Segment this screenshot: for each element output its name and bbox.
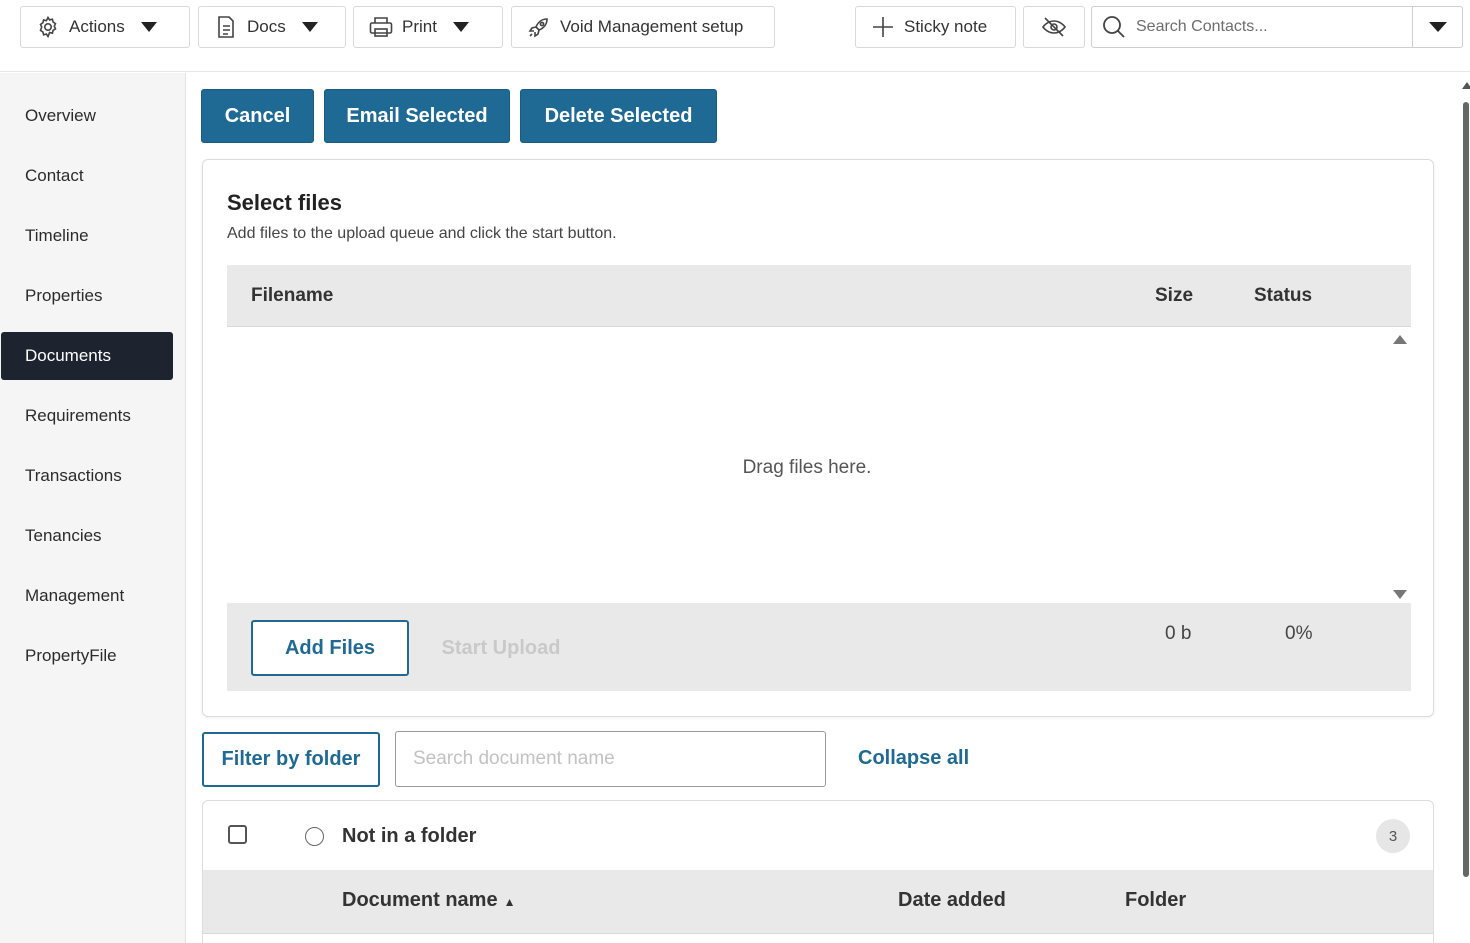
actions-label: Actions — [69, 17, 125, 36]
folder-radio[interactable] — [305, 827, 324, 846]
hide-toggle-button[interactable] — [1023, 6, 1085, 48]
plus-icon — [870, 14, 896, 40]
docs-menu-button[interactable]: Docs — [198, 6, 346, 48]
sidebar-item-requirements[interactable]: Requirements — [1, 392, 173, 440]
delete-selected-button[interactable]: Delete Selected — [520, 89, 717, 143]
add-files-button[interactable]: Add Files — [251, 620, 409, 676]
total-status: 0% — [1285, 623, 1313, 644]
void-management-label: Void Management setup — [560, 17, 744, 36]
select-folder-checkbox[interactable] — [228, 825, 247, 844]
scroll-down-icon[interactable] — [1393, 590, 1407, 599]
sidebar-item-transactions[interactable]: Transactions — [1, 452, 173, 500]
document-icon — [213, 14, 239, 40]
upload-queue-footer: Add Files Start Upload 0 b 0% — [227, 603, 1411, 691]
sticky-note-button[interactable]: Sticky note — [855, 6, 1016, 48]
top-toolbar: Actions Docs Print Void Management setup — [0, 0, 1470, 72]
rocket-icon — [526, 14, 552, 40]
size-column-header: Size — [1155, 285, 1194, 306]
email-selected-button[interactable]: Email Selected — [324, 89, 510, 143]
scroll-up-icon[interactable] — [1462, 82, 1470, 89]
scroll-up-icon[interactable] — [1393, 335, 1407, 344]
sidebar-item-contact[interactable]: Contact — [1, 152, 173, 200]
date-added-column-header[interactable]: Date added — [898, 889, 1006, 912]
sidebar-item-management[interactable]: Management — [1, 572, 173, 620]
upload-queue-header: Filename Size Status — [227, 265, 1411, 327]
filter-by-folder-button[interactable]: Filter by folder — [202, 732, 380, 787]
folder-name[interactable]: Not in a folder — [342, 825, 476, 848]
folder-column-header[interactable]: Folder — [1125, 889, 1186, 912]
sidebar-item-overview[interactable]: Overview — [1, 92, 173, 140]
print-menu-button[interactable]: Print — [353, 6, 503, 48]
folder-group: Not in a folder 3 Document name ▲ Date ad… — [202, 800, 1434, 943]
document-name-column-header[interactable]: Document name ▲ — [342, 889, 515, 912]
search-dropdown-button[interactable] — [1412, 7, 1462, 47]
chevron-down-icon — [140, 22, 157, 32]
sidebar-item-properties[interactable]: Properties — [1, 272, 173, 320]
drop-hint: Drag files here. — [742, 457, 872, 478]
search-contacts-input[interactable] — [1136, 18, 1404, 36]
start-upload-button[interactable]: Start Upload — [423, 620, 579, 676]
document-search-input[interactable] — [395, 731, 826, 787]
document-count-badge: 3 — [1376, 819, 1410, 853]
scrollbar-thumb[interactable] — [1463, 102, 1469, 877]
file-upload-panel: Select files Add files to the upload que… — [202, 159, 1434, 717]
filename-column-header: Filename — [251, 285, 334, 306]
sidebar-item-timeline[interactable]: Timeline — [1, 212, 173, 260]
page-scrollbar[interactable] — [1460, 82, 1470, 943]
print-label: Print — [402, 17, 437, 36]
total-size: 0 b — [1165, 623, 1192, 644]
printer-icon — [368, 14, 394, 40]
status-column-header: Status — [1254, 285, 1313, 306]
cancel-button[interactable]: Cancel — [201, 89, 314, 143]
chevron-down-icon — [301, 22, 318, 32]
chevron-down-icon — [1428, 22, 1447, 32]
collapse-all-link[interactable]: Collapse all — [858, 747, 969, 770]
sidebar-item-documents[interactable]: Documents — [1, 332, 173, 380]
void-management-setup-button[interactable]: Void Management setup — [511, 6, 775, 48]
sort-ascending-icon: ▲ — [503, 895, 516, 909]
docs-label: Docs — [247, 17, 286, 36]
search-icon — [1092, 14, 1136, 40]
eye-slash-icon — [1041, 15, 1067, 39]
contact-search — [1091, 6, 1463, 48]
documents-table-header: Document name ▲ Date added Folder — [203, 870, 1433, 934]
file-drop-zone[interactable]: Drag files here. — [227, 327, 1411, 603]
sticky-note-label: Sticky note — [904, 17, 988, 36]
chevron-down-icon — [452, 22, 469, 32]
upload-instructions: Add files to the upload queue and click … — [227, 225, 617, 242]
actions-menu-button[interactable]: Actions — [20, 6, 190, 48]
sidebar-item-propertyfile[interactable]: PropertyFile — [1, 632, 173, 680]
sidebar-item-tenancies[interactable]: Tenancies — [1, 512, 173, 560]
upload-title: Select files — [227, 190, 342, 215]
sidebar-nav: Overview Contact Timeline Properties Doc… — [0, 73, 186, 943]
gear-icon — [35, 14, 61, 40]
document-name-header-label: Document name — [342, 889, 498, 911]
